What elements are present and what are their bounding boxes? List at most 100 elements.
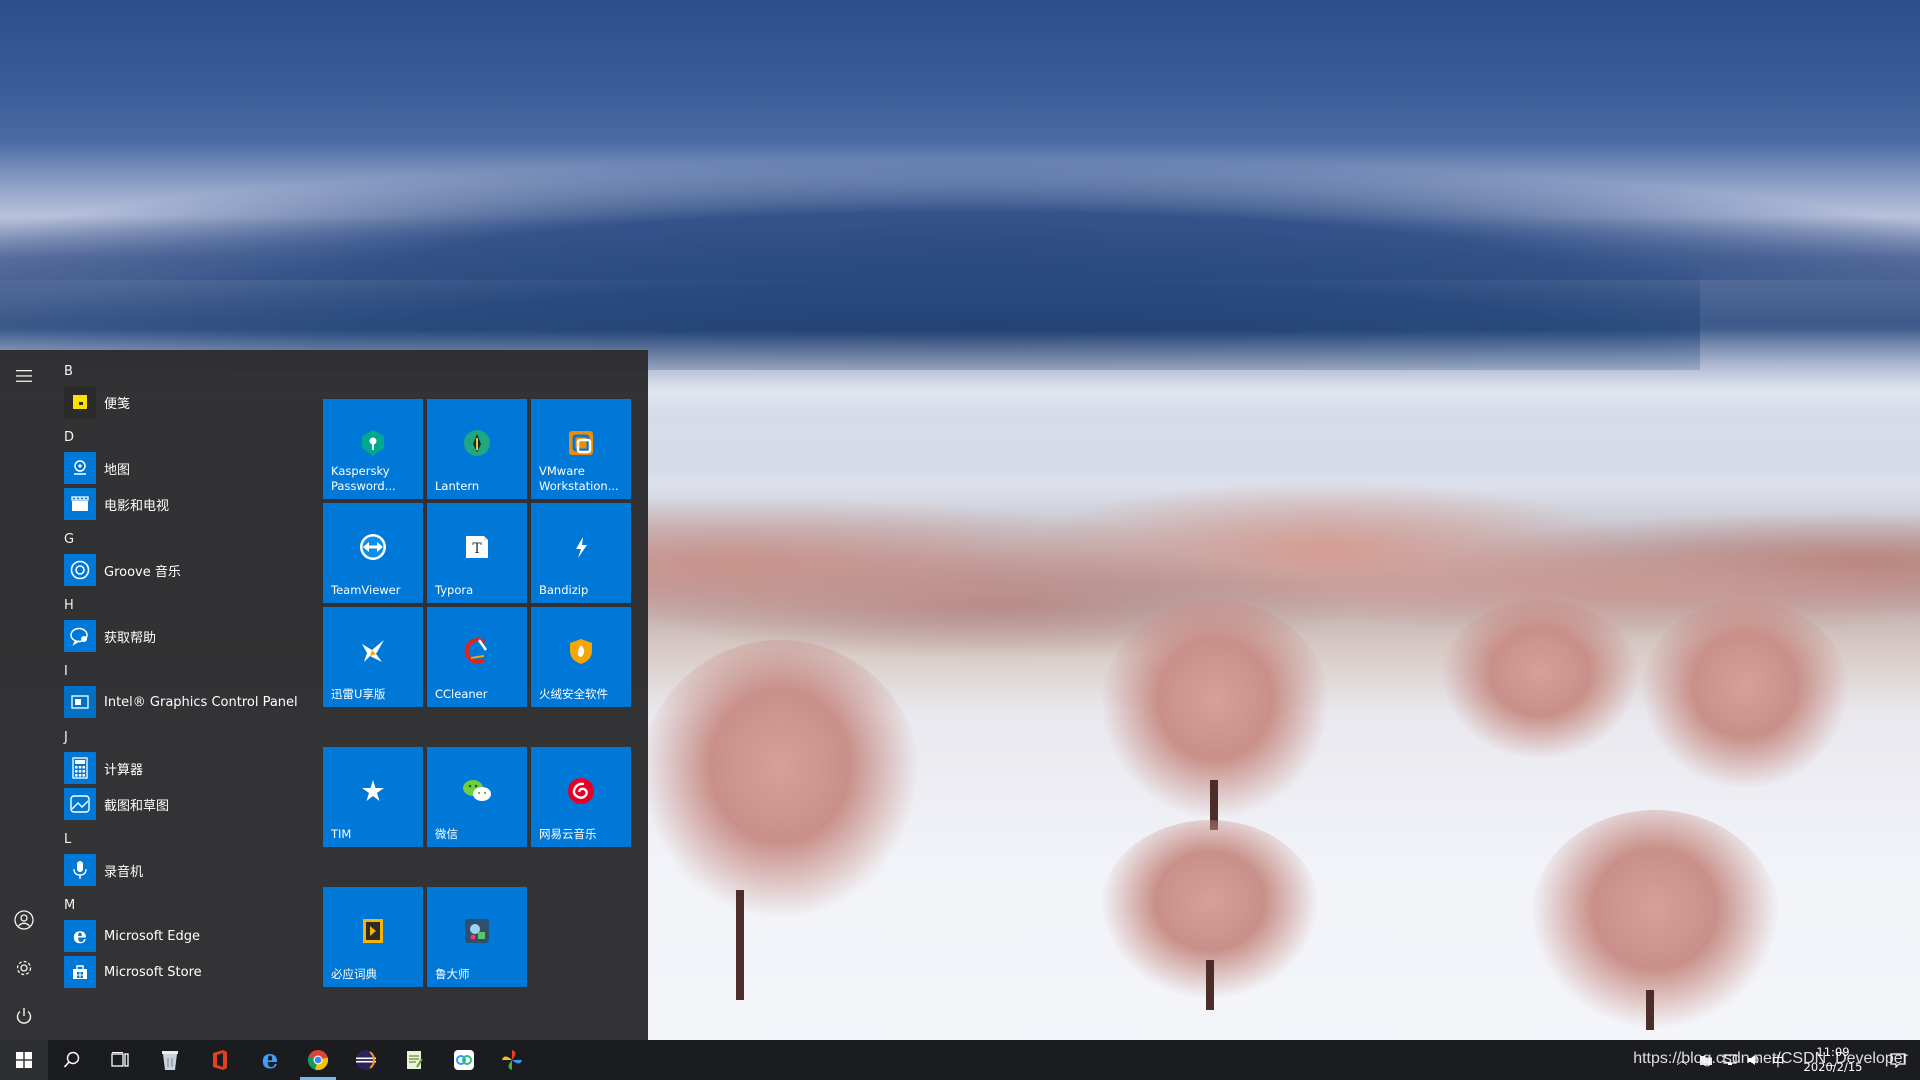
pinwheel-app-icon bbox=[502, 1050, 522, 1070]
edge-icon: e bbox=[64, 920, 96, 952]
voice-recorder-icon bbox=[64, 854, 96, 886]
tile-kaspersky-password[interactable]: Kaspersky Password... bbox=[323, 399, 423, 499]
tile-vmware-workstation[interactable]: VMware Workstation... bbox=[531, 399, 631, 499]
ludashi-icon bbox=[461, 915, 493, 947]
taskbar-edge[interactable]: e bbox=[246, 1040, 294, 1080]
tile-teamviewer[interactable]: TeamViewer bbox=[323, 503, 423, 603]
tile-label: CCleaner bbox=[435, 687, 488, 701]
tile-lantern[interactable]: Lantern bbox=[427, 399, 527, 499]
tim-icon bbox=[357, 775, 389, 807]
tile-bandizip[interactable]: Bandizip bbox=[531, 503, 631, 603]
group-header-h[interactable]: H bbox=[48, 588, 318, 618]
taskbar: e ︿ 中 11:09 2020/2/15 bbox=[0, 1040, 1920, 1080]
app-label: Microsoft Edge bbox=[104, 928, 201, 944]
windows-start-button[interactable] bbox=[0, 1040, 48, 1080]
svg-text:T: T bbox=[472, 541, 482, 557]
taskbar-notepad[interactable] bbox=[390, 1040, 438, 1080]
app-item-maps[interactable]: 地图 bbox=[48, 450, 318, 486]
kaspersky-icon bbox=[357, 427, 389, 459]
hamburger-icon[interactable] bbox=[0, 352, 48, 400]
chrome-icon bbox=[307, 1050, 329, 1070]
group-header-b[interactable]: B bbox=[48, 354, 318, 384]
tile-netease-music[interactable]: 网易云音乐 bbox=[531, 747, 631, 847]
app-item-snip-sketch[interactable]: 截图和草图 bbox=[48, 786, 318, 822]
frosted-tree bbox=[1640, 600, 1850, 790]
tile-ccleaner[interactable]: CCleaner bbox=[427, 607, 527, 707]
task-view-button[interactable] bbox=[96, 1040, 144, 1080]
taskbar-office[interactable] bbox=[196, 1040, 244, 1080]
group-header-d[interactable]: D bbox=[48, 420, 318, 450]
group-header-g[interactable]: G bbox=[48, 522, 318, 552]
snip-sketch-icon bbox=[64, 788, 96, 820]
group-header-m[interactable]: M bbox=[48, 888, 318, 918]
taskbar-pinwheel-app[interactable] bbox=[488, 1040, 536, 1080]
app-item-calculator[interactable]: 计算器 bbox=[48, 750, 318, 786]
network-icon[interactable] bbox=[1718, 1040, 1742, 1080]
user-icon[interactable] bbox=[0, 896, 48, 944]
tile-label: 火绒安全软件 bbox=[539, 687, 608, 701]
windows-start-icon bbox=[16, 1052, 32, 1068]
frosted-tree bbox=[640, 640, 920, 920]
app-item-voice-recorder[interactable]: 录音机 bbox=[48, 852, 318, 888]
tile-label: Typora bbox=[435, 583, 474, 597]
vmware-icon bbox=[565, 427, 597, 459]
power-icon[interactable] bbox=[0, 992, 48, 1040]
action-center-icon[interactable] bbox=[1876, 1040, 1920, 1080]
bandizip-icon bbox=[565, 531, 597, 563]
typora-icon: T bbox=[461, 531, 493, 563]
edge-icon: e bbox=[261, 1045, 279, 1075]
group-header-l[interactable]: L bbox=[48, 822, 318, 852]
volume-icon[interactable] bbox=[1742, 1040, 1766, 1080]
tile-typora[interactable]: T Typora bbox=[427, 503, 527, 603]
app-label: Microsoft Store bbox=[104, 964, 202, 980]
clock-date: 2020/2/15 bbox=[1803, 1060, 1863, 1074]
tile-label: TIM bbox=[331, 827, 352, 841]
ime-indicator[interactable]: 中 bbox=[1766, 1040, 1790, 1080]
taskbar-clock[interactable]: 11:09 2020/2/15 bbox=[1790, 1040, 1876, 1080]
get-help-icon bbox=[64, 620, 96, 652]
app-label: 地图 bbox=[104, 462, 131, 478]
search-icon bbox=[63, 1051, 80, 1068]
app-label: Intel® Graphics Control Panel bbox=[104, 694, 298, 710]
tile-bing-dict[interactable]: 必应词典 bbox=[323, 887, 423, 987]
app-item-microsoft-edge[interactable]: e Microsoft Edge bbox=[48, 918, 318, 954]
app-item-groove-music[interactable]: Groove 音乐 bbox=[48, 552, 318, 588]
app-label: 录音机 bbox=[104, 864, 144, 880]
tile-huorong[interactable]: 火绒安全软件 bbox=[531, 607, 631, 707]
netease-music-icon bbox=[565, 775, 597, 807]
gear-icon[interactable] bbox=[0, 944, 48, 992]
folder-icon[interactable] bbox=[1694, 1040, 1718, 1080]
chevron-up-icon[interactable]: ︿ bbox=[1670, 1040, 1694, 1080]
app-item-microsoft-store[interactable]: Microsoft Store bbox=[48, 954, 318, 990]
app-item-intel-graphics[interactable]: Intel® Graphics Control Panel bbox=[48, 684, 318, 720]
search-button[interactable] bbox=[48, 1040, 96, 1080]
tile-wechat[interactable]: 微信 bbox=[427, 747, 527, 847]
app-item-movies-tv[interactable]: 电影和电视 bbox=[48, 486, 318, 522]
tile-label: Bandizip bbox=[539, 583, 589, 597]
taskbar-baidu-netdisk[interactable] bbox=[440, 1040, 488, 1080]
taskbar-eclipse[interactable] bbox=[342, 1040, 390, 1080]
tile-label: 微信 bbox=[435, 827, 458, 841]
app-item-sticky-notes[interactable]: 便笺 bbox=[48, 384, 318, 420]
tree-trunk bbox=[1206, 960, 1214, 1010]
tile-label: TeamViewer bbox=[331, 583, 401, 597]
taskbar-recycle-bin[interactable] bbox=[146, 1040, 194, 1080]
movies-tv-icon bbox=[64, 488, 96, 520]
taskbar-chrome[interactable] bbox=[294, 1040, 342, 1080]
tile-ludashi[interactable]: 鲁大师 bbox=[427, 887, 527, 987]
start-menu-rail bbox=[0, 350, 48, 1040]
tile-label: 必应词典 bbox=[331, 967, 377, 981]
tile-label: Kaspersky Password... bbox=[331, 464, 396, 493]
app-item-get-help[interactable]: 获取帮助 bbox=[48, 618, 318, 654]
group-header-j[interactable]: J bbox=[48, 720, 318, 750]
baidu-netdisk-icon bbox=[454, 1050, 474, 1070]
bing-dict-icon bbox=[357, 915, 389, 947]
tile-xunlei[interactable]: 迅雷U享版 bbox=[323, 607, 423, 707]
tile-tim[interactable]: TIM bbox=[323, 747, 423, 847]
recycle-bin-icon bbox=[162, 1051, 178, 1070]
teamviewer-icon bbox=[357, 531, 389, 563]
huorong-icon bbox=[565, 635, 597, 667]
wechat-icon bbox=[461, 775, 493, 807]
app-label: 截图和草图 bbox=[104, 798, 170, 814]
group-header-i[interactable]: I bbox=[48, 654, 318, 684]
